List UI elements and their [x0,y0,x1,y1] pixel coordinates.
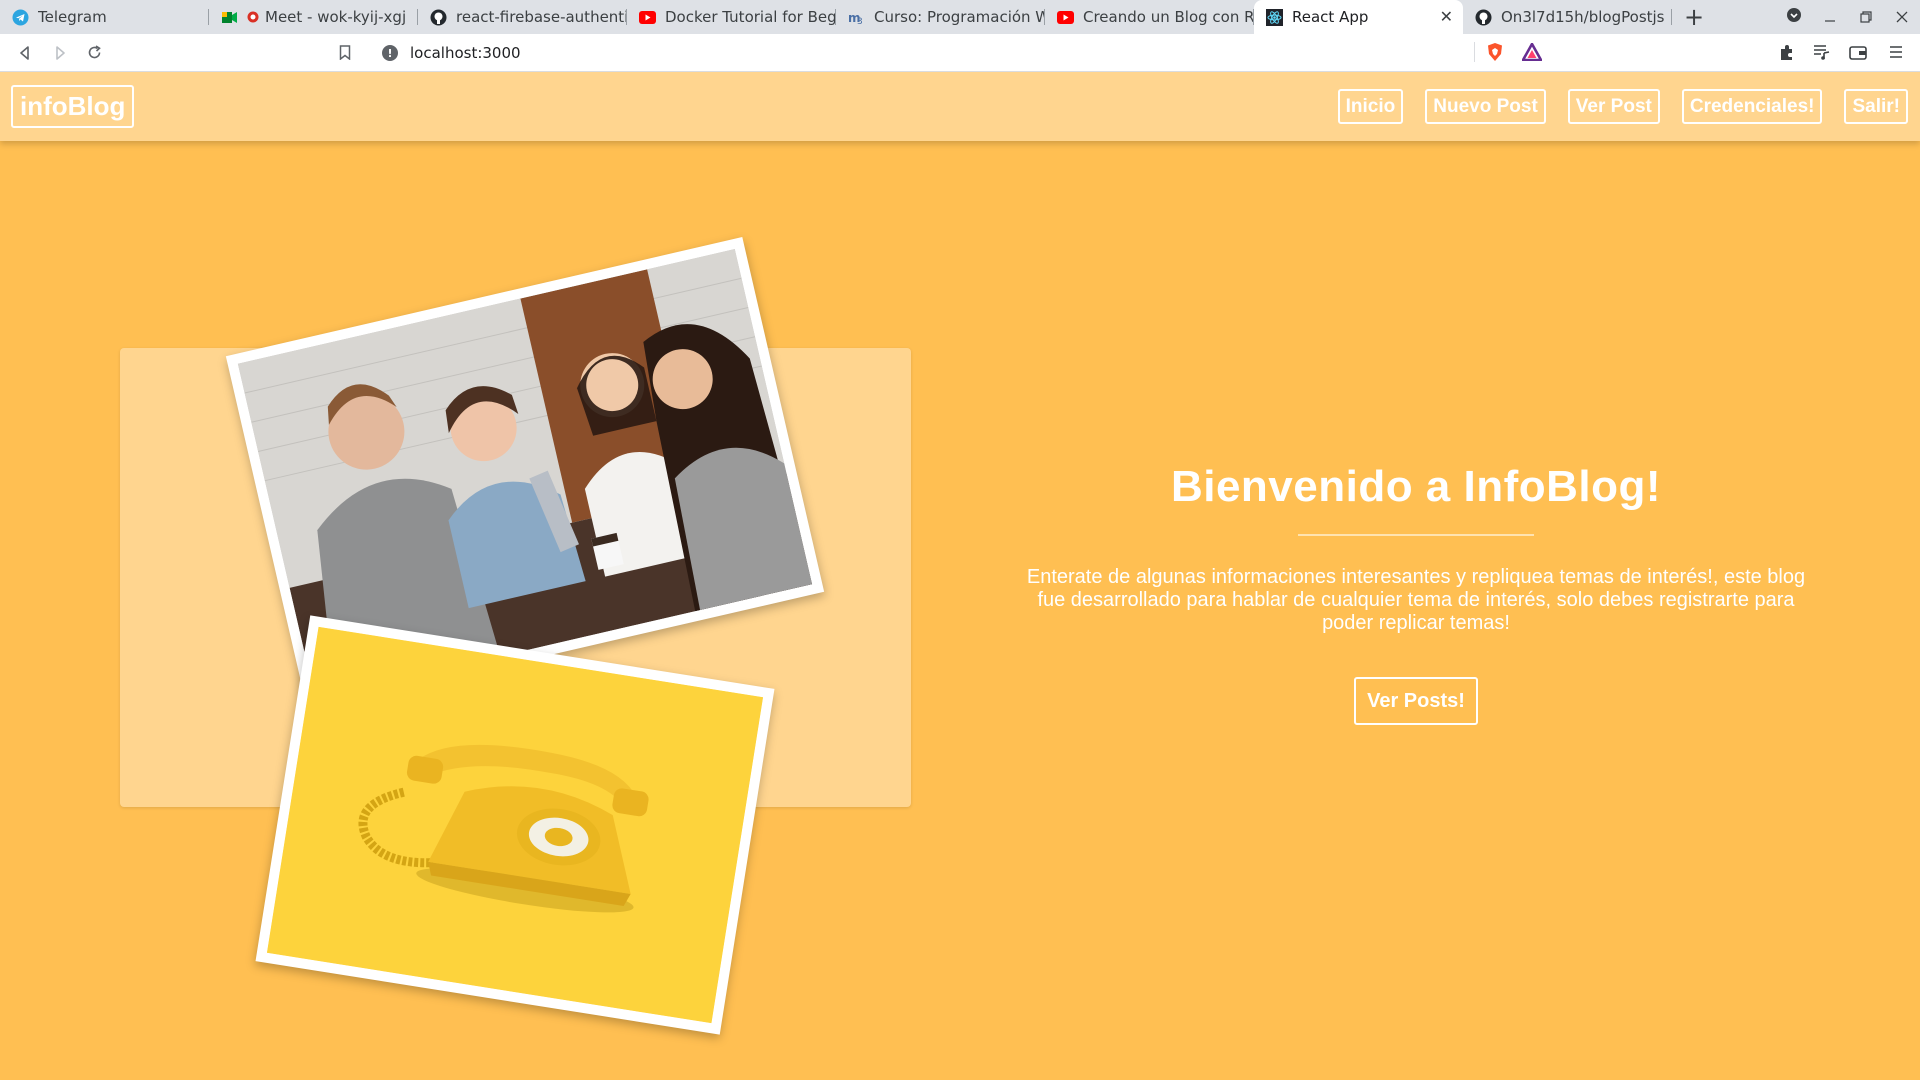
back-button[interactable] [7,38,42,68]
browser-tab[interactable]: m3 Curso: Programación Web [836,0,1045,34]
hero-section: Bienvenido a InfoBlog! Enterate de algun… [1016,462,1816,725]
tab-title: Meet - wok-kyij-xgj [265,8,407,26]
tab-title: React App [1292,8,1369,26]
tab-title: Telegram [38,8,107,26]
nav-inicio-button[interactable]: Inicio [1337,89,1404,124]
menu-icon[interactable] [1886,42,1906,62]
browser-tab[interactable]: Telegram [0,0,209,34]
tab-title: On3l7d15h/blogPostjs [1501,8,1665,26]
github-icon [430,9,447,26]
youtube-icon [1057,9,1074,26]
course-icon: m3 [848,9,865,26]
browser-tab-active[interactable]: React App ✕ [1254,0,1463,34]
nav-nuevo-post-button[interactable]: Nuevo Post [1425,89,1546,124]
close-window-icon[interactable] [1884,8,1920,27]
browser-tab[interactable]: react-firebase-authentica [418,0,627,34]
ver-posts-button[interactable]: Ver Posts! [1354,677,1478,725]
youtube-icon [639,9,656,26]
browser-tab[interactable]: Docker Tutorial for Beginn [627,0,836,34]
telegram-icon [12,9,29,26]
address-bar[interactable]: ! localhost:3000 [370,37,1550,69]
meet-icon [221,9,238,26]
extensions-icon[interactable] [1777,42,1797,62]
nav-credenciales-button[interactable]: Credenciales! [1681,89,1823,124]
svg-text:3: 3 [857,17,863,26]
address-bar-divider [1474,42,1475,62]
wallet-icon[interactable] [1848,42,1868,62]
tab-title: Creando un Blog con Reac [1083,8,1253,26]
tab-title: Docker Tutorial for Beginn [665,8,835,26]
react-icon [1266,8,1283,26]
site-navbar: infoBlog Inicio Nuevo Post Ver Post Cred… [0,72,1920,141]
tab-search-icon[interactable] [1776,7,1812,27]
url-text: localhost:3000 [410,44,521,62]
tab-title: Curso: Programación Web [874,8,1044,26]
browser-tab[interactable]: On3l7d15h/blogPostjs [1463,0,1672,34]
reload-icon [88,45,101,59]
window-controls [1776,0,1920,34]
restore-icon[interactable] [1848,8,1884,27]
brave-rewards-icon[interactable] [1522,42,1542,62]
brand-logo-link[interactable]: infoBlog [11,85,135,128]
minimize-icon[interactable] [1812,8,1848,27]
browser-tab-strip: Telegram Meet - wok-kyij-xgj react-fireb… [0,0,1920,34]
hero-description: Enterate de algunas informaciones intere… [1026,566,1806,634]
tab-title: react-firebase-authentica [456,8,626,26]
forward-button[interactable] [42,38,77,68]
nav-salir-button[interactable]: Salir! [1844,89,1908,124]
browser-toolbar: ! localhost:3000 [0,34,1920,72]
hero-title: Bienvenido a InfoBlog! [1170,462,1662,511]
github-icon [1475,9,1492,26]
browser-tab[interactable]: Creando un Blog con Reac [1045,0,1254,34]
site-nav-links: Inicio Nuevo Post Ver Post Credenciales!… [1337,89,1908,124]
bookmark-button[interactable] [327,38,362,68]
site-info-icon[interactable]: ! [382,45,398,61]
forward-icon [55,45,65,60]
nav-ver-post-button[interactable]: Ver Post [1567,89,1660,124]
bookmark-icon [339,45,350,60]
media-queue-icon[interactable] [1812,42,1832,62]
recording-icon [247,9,259,26]
web-page: infoBlog Inicio Nuevo Post Ver Post Cred… [0,72,1920,1080]
brave-shield-icon[interactable] [1485,42,1505,62]
back-icon [19,45,29,60]
browser-tab[interactable]: Meet - wok-kyij-xgj [209,0,418,34]
yellow-telephone-image [266,626,764,1024]
new-tab-button[interactable]: + [1672,0,1716,34]
reload-button[interactable] [77,38,112,68]
hero-divider [1298,534,1534,536]
telephone-photo [255,615,775,1035]
close-tab-icon[interactable]: ✕ [1440,7,1453,26]
